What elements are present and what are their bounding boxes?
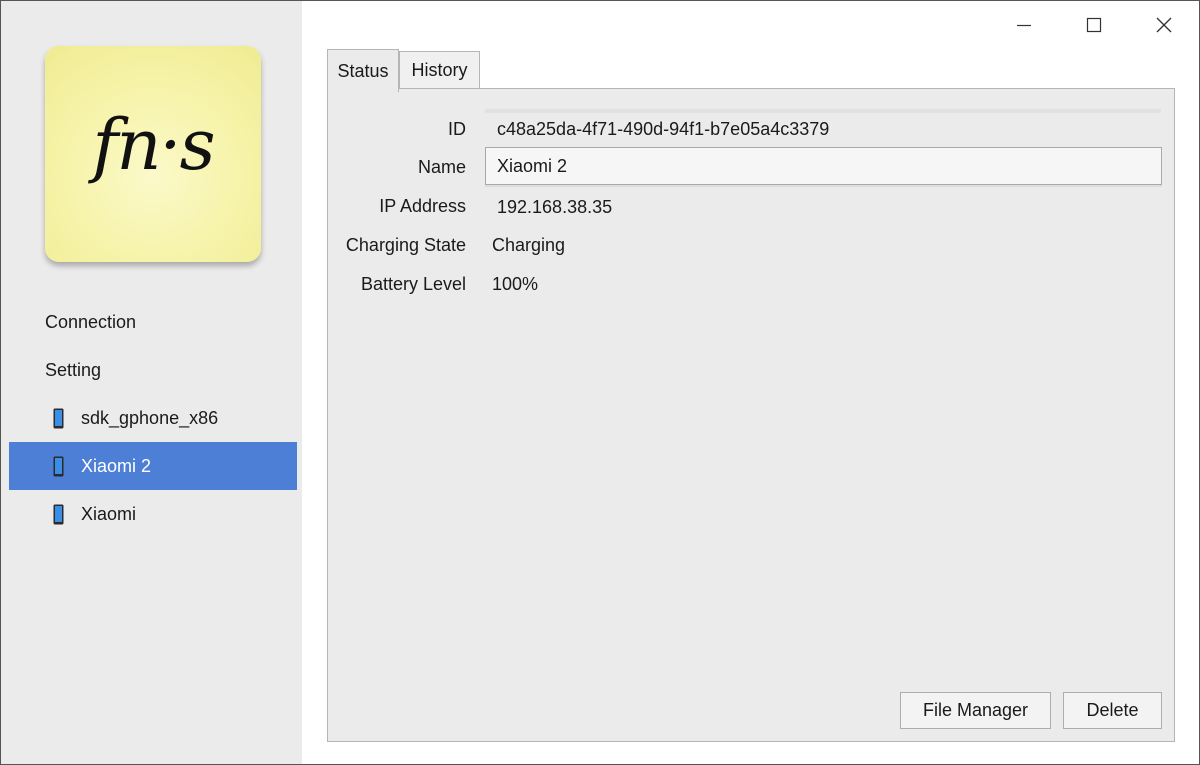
tab-label: History	[411, 60, 468, 80]
sidebar-item-xiaomi[interactable]: Xiaomi	[9, 490, 297, 538]
maximize-button[interactable]	[1071, 7, 1117, 43]
file-manager-button[interactable]: File Manager	[900, 692, 1051, 729]
sidebar: fn·s Connection Setting sdk_gphone_x86 X…	[1, 1, 302, 764]
sidebar-item-label: Connection	[45, 311, 137, 332]
name-field[interactable]	[485, 147, 1162, 185]
status-panel: ID c48a25da-4f71-490d-94f1-b7e05a4c3379 …	[327, 88, 1175, 742]
logo-text: fn·s	[92, 104, 215, 186]
sidebar-item-label: Xiaomi	[81, 504, 137, 524]
close-icon	[1156, 17, 1172, 33]
charging-state-value: Charging	[492, 235, 566, 255]
divider	[485, 109, 1161, 113]
close-button[interactable]	[1141, 7, 1187, 43]
delete-button[interactable]: Delete	[1063, 692, 1162, 729]
charging-state-label: Charging State	[345, 235, 466, 255]
id-label: ID	[448, 119, 466, 139]
phone-icon	[53, 456, 64, 477]
sidebar-item-sdk-gphone-x86[interactable]: sdk_gphone_x86	[9, 394, 297, 442]
battery-level-label: Battery Level	[360, 274, 466, 294]
tab-history[interactable]: History	[399, 51, 480, 89]
app-window: fn·s Connection Setting sdk_gphone_x86 X…	[0, 0, 1200, 765]
app-logo: fn·s	[45, 46, 261, 262]
battery-level-value: 100%	[492, 274, 539, 294]
sidebar-item-setting[interactable]: Setting	[9, 346, 297, 394]
id-value: c48a25da-4f71-490d-94f1-b7e05a4c3379	[497, 119, 830, 139]
maximize-icon	[1086, 17, 1102, 33]
sidebar-item-connection[interactable]: Connection	[9, 298, 297, 346]
sidebar-item-xiaomi-2[interactable]: Xiaomi 2	[9, 442, 297, 490]
sidebar-item-label: Setting	[45, 359, 102, 380]
phone-icon	[53, 504, 64, 525]
sidebar-item-label: Xiaomi 2	[81, 456, 152, 476]
tab-status[interactable]: Status	[327, 49, 399, 92]
phone-icon	[53, 408, 64, 429]
minimize-button[interactable]	[1001, 7, 1047, 43]
ip-address-value: 192.168.38.35	[497, 197, 613, 217]
ip-address-label: IP Address	[379, 196, 466, 216]
tab-label: Status	[337, 60, 389, 81]
name-label: Name	[417, 157, 466, 177]
minimize-icon	[1017, 24, 1031, 27]
sidebar-item-label: sdk_gphone_x86	[81, 408, 219, 428]
